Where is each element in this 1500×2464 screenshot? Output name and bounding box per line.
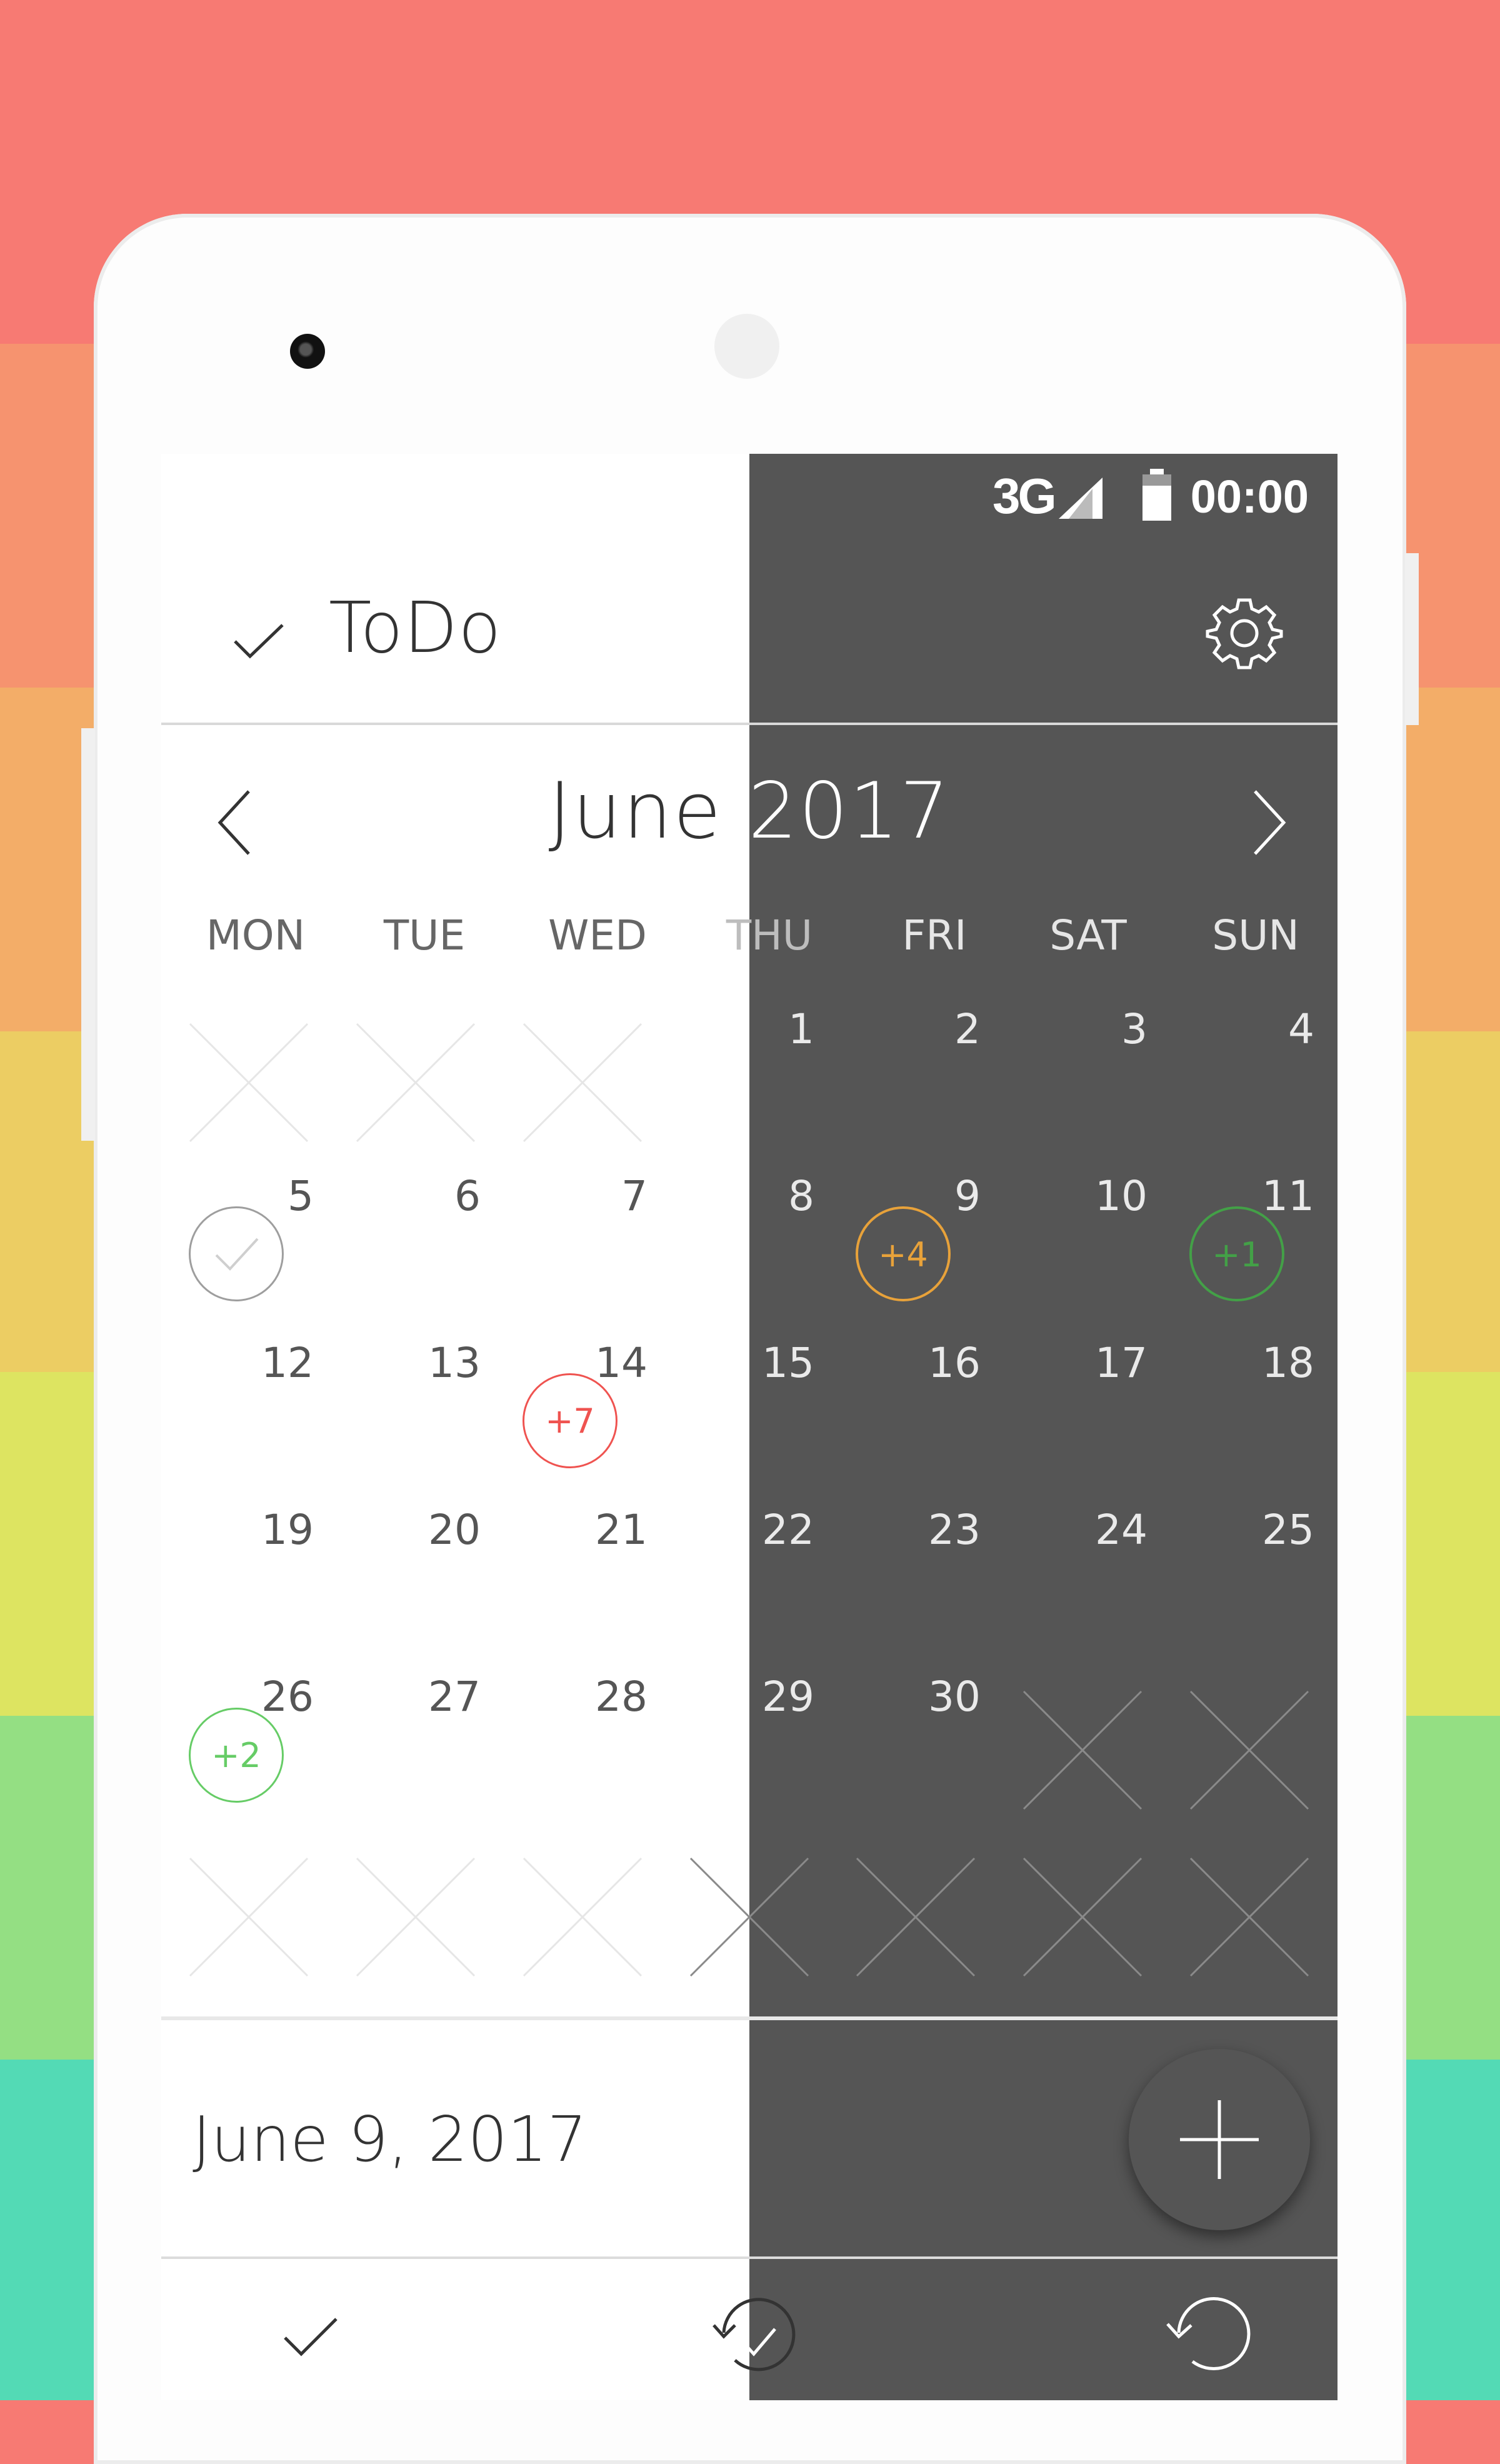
day-17[interactable]: 17 bbox=[1048, 1339, 1148, 1387]
month-title: June 2017 bbox=[161, 766, 1338, 856]
day-22[interactable]: 22 bbox=[714, 1506, 814, 1554]
day-14[interactable]: 14 bbox=[548, 1339, 648, 1387]
weekday-thu: THU bbox=[726, 911, 813, 959]
day-7[interactable]: 7 bbox=[548, 1172, 648, 1220]
day-15[interactable]: 15 bbox=[714, 1339, 814, 1387]
empty-day-cross bbox=[689, 1857, 809, 1977]
month-year: 2017 bbox=[748, 766, 951, 856]
day-11[interactable]: 11 bbox=[1214, 1172, 1314, 1220]
empty-day-cross bbox=[189, 1857, 309, 1977]
day-26-badge[interactable]: +2 bbox=[189, 1708, 284, 1803]
month-name: June bbox=[548, 766, 722, 856]
weekday-sun: SUN bbox=[1212, 911, 1299, 959]
gear-icon[interactable] bbox=[1204, 593, 1285, 674]
bottom-nav bbox=[161, 2256, 1338, 2400]
empty-day-cross bbox=[189, 1023, 309, 1143]
day-29[interactable]: 29 bbox=[714, 1673, 814, 1721]
day-8[interactable]: 8 bbox=[714, 1172, 814, 1220]
nav-todo-check-icon[interactable] bbox=[280, 2311, 342, 2361]
nav-history-check-icon[interactable] bbox=[705, 2293, 805, 2386]
day-9[interactable]: 9 bbox=[881, 1172, 981, 1220]
day-5-done-badge[interactable] bbox=[189, 1206, 284, 1301]
day-26[interactable]: 26 bbox=[214, 1673, 314, 1721]
day-5[interactable]: 5 bbox=[214, 1172, 314, 1220]
day-16[interactable]: 16 bbox=[881, 1339, 981, 1387]
empty-day-cross bbox=[1189, 1690, 1309, 1810]
day-30[interactable]: 30 bbox=[881, 1673, 981, 1721]
empty-day-cross bbox=[1189, 1857, 1309, 1977]
weekday-sat: SAT bbox=[1049, 911, 1127, 959]
day-9-badge[interactable]: +4 bbox=[856, 1206, 951, 1301]
add-task-button[interactable] bbox=[1129, 2049, 1310, 2230]
weekday-fri: FRI bbox=[902, 911, 967, 959]
day-18[interactable]: 18 bbox=[1214, 1339, 1314, 1387]
phone-side-button-left bbox=[81, 728, 95, 1141]
day-10[interactable]: 10 bbox=[1048, 1172, 1148, 1220]
proximity-sensor bbox=[714, 314, 779, 379]
empty-day-cross bbox=[356, 1857, 476, 1977]
plus-icon bbox=[1180, 2100, 1259, 2179]
signal-icon bbox=[1059, 478, 1102, 519]
day-21[interactable]: 21 bbox=[548, 1506, 648, 1554]
day-12[interactable]: 12 bbox=[214, 1339, 314, 1387]
phone-side-button-right bbox=[1405, 553, 1419, 725]
next-month-button[interactable] bbox=[1242, 785, 1292, 860]
empty-day-cross bbox=[522, 1023, 642, 1143]
day-24[interactable]: 24 bbox=[1048, 1506, 1148, 1554]
day-20[interactable]: 20 bbox=[381, 1506, 481, 1554]
calendar-divider bbox=[161, 2016, 1338, 2020]
status-bar: 3G 00:00 bbox=[161, 454, 1338, 544]
check-icon[interactable] bbox=[230, 619, 286, 663]
app-title: ToDo bbox=[329, 588, 502, 669]
empty-day-cross bbox=[856, 1857, 976, 1977]
day-4[interactable]: 4 bbox=[1214, 1005, 1314, 1053]
day-13[interactable]: 13 bbox=[381, 1339, 481, 1387]
day-23[interactable]: 23 bbox=[881, 1506, 981, 1554]
selected-date-label: June 9, 2017 bbox=[192, 2103, 588, 2176]
status-time: 00:00 bbox=[1190, 471, 1309, 523]
nav-undo-icon[interactable] bbox=[1155, 2293, 1255, 2386]
battery-icon bbox=[1142, 469, 1171, 521]
day-25[interactable]: 25 bbox=[1214, 1506, 1314, 1554]
empty-day-cross bbox=[356, 1023, 476, 1143]
day-2[interactable]: 2 bbox=[881, 1005, 981, 1053]
screen: 3G 00:00 ToDo June 2017 MON TUE WED THU … bbox=[161, 454, 1338, 2400]
day-1[interactable]: 1 bbox=[714, 1005, 814, 1053]
day-14-badge[interactable]: +7 bbox=[522, 1373, 618, 1468]
weekday-tue: TUE bbox=[383, 911, 466, 959]
day-11-badge[interactable]: +1 bbox=[1189, 1206, 1284, 1301]
weekday-mon: MON bbox=[206, 911, 306, 959]
check-icon bbox=[215, 1238, 259, 1271]
empty-day-cross bbox=[1022, 1690, 1142, 1810]
day-28[interactable]: 28 bbox=[548, 1673, 648, 1721]
front-camera bbox=[290, 334, 325, 369]
day-27[interactable]: 27 bbox=[381, 1673, 481, 1721]
weekday-wed: WED bbox=[548, 911, 647, 959]
app-bar: ToDo bbox=[161, 544, 1338, 725]
day-3[interactable]: 3 bbox=[1048, 1005, 1148, 1053]
empty-day-cross bbox=[522, 1857, 642, 1977]
empty-day-cross bbox=[1022, 1857, 1142, 1977]
network-type: 3G bbox=[992, 468, 1057, 524]
day-6[interactable]: 6 bbox=[381, 1172, 481, 1220]
day-19[interactable]: 19 bbox=[214, 1506, 314, 1554]
